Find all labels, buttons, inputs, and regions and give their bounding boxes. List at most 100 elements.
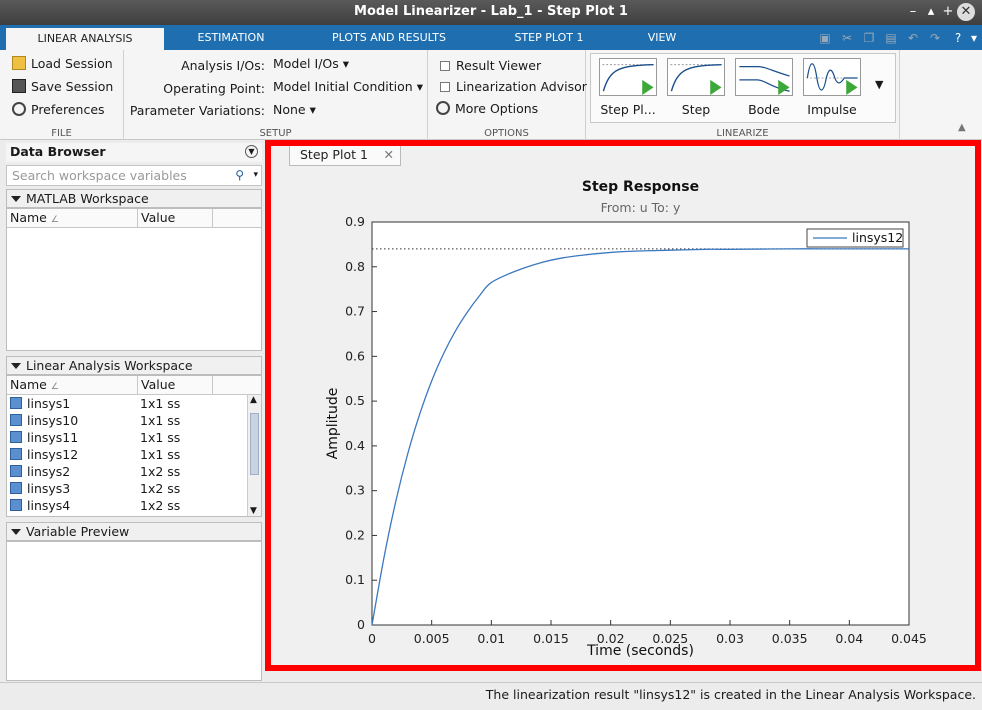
table-row[interactable]: linsys2 1x2 ss [7,463,261,480]
save-session-button[interactable]: Save Session [12,79,113,94]
file-section: Load Session Save Session Preferences FI… [0,50,124,140]
scroll-down-icon[interactable]: ▼ [250,506,257,516]
variable-value: 1x2 ss [140,498,181,513]
save-session-label: Save Session [31,79,114,94]
gallery-impulse-button[interactable]: Impulse [803,58,861,117]
variable-preview-header[interactable]: Variable Preview [6,522,262,541]
maximize-icon[interactable]: + [939,3,957,21]
minimize-icon[interactable]: – [904,3,922,21]
value-column-header[interactable]: Value [138,376,213,394]
variable-value: 1x2 ss [140,481,181,496]
search-options-icon[interactable]: ▾ [253,170,258,180]
save-icon[interactable]: ▣ [817,30,833,46]
table-row[interactable]: linsys4 1x2 ss [7,497,261,514]
search-workspace-input[interactable]: Search workspace variables [6,165,262,186]
table-row[interactable]: linsys10 1x1 ss [7,412,261,429]
ss-model-icon [10,448,22,460]
chart-title: Step Response [582,179,699,195]
table-row[interactable]: linsys1 1x1 ss [7,395,261,412]
search-icon[interactable]: ⚲ [235,168,244,182]
variable-name: linsys4 [27,498,71,513]
gallery-step-label: Step [681,102,711,117]
y-tick-label: 0.6 [345,348,365,363]
parameter-variations-dropdown[interactable]: None ▾ [273,102,316,117]
folder-icon [12,56,26,70]
tab-estimation[interactable]: ESTIMATION [175,25,287,50]
ss-model-icon [10,465,22,477]
x-tick-label: 0.04 [835,631,863,646]
more-options-label: More Options [455,101,539,116]
variable-name: linsys3 [27,481,71,496]
variable-name: linsys12 [27,447,79,462]
ss-model-icon [10,414,22,426]
tab-step-plot-1[interactable]: STEP PLOT 1 [494,25,604,50]
tab-linear-analysis[interactable]: LINEAR ANALYSIS [6,25,164,50]
table-row[interactable]: linsys3 1x2 ss [7,480,261,497]
linearization-advisor-checkbox[interactable]: Linearization Advisor [440,79,587,94]
matlab-workspace-table: Name ∠ Value [6,208,262,351]
setup-caption: SETUP [259,128,292,139]
gear-icon [12,102,26,116]
operating-point-dropdown[interactable]: Model Initial Condition ▾ [273,79,423,94]
variable-value: 1x1 ss [140,396,181,411]
undo-icon[interactable]: ↶ [905,30,921,46]
copy-icon[interactable]: ❐ [861,30,877,46]
close-icon[interactable]: ✕ [957,3,975,21]
collapse-triangle-icon [11,363,21,369]
vertical-scrollbar[interactable]: ▲ ▼ [247,395,261,516]
parameter-variations-value: None [273,102,306,117]
gallery-expand-icon[interactable]: ▼ [875,78,883,91]
x-tick-label: 0.02 [597,631,625,646]
ribbon: Load Session Save Session Preferences FI… [0,50,982,140]
value-column-header[interactable]: Value [138,209,213,227]
step-plot-document: Step Plot 1 ✕ Step Response From: u To: … [265,140,981,671]
y-tick-label: 0.2 [345,527,365,542]
gallery-bode-button[interactable]: Bode [735,58,793,117]
name-column-label: Name [10,377,47,392]
x-tick-label: 0.03 [716,631,744,646]
window-layout-icon[interactable]: ▾ [966,30,982,46]
more-options-button[interactable]: More Options [436,101,538,116]
linear-analysis-workspace-title: Linear Analysis Workspace [26,358,193,373]
y-tick-label: 0 [357,617,365,632]
y-tick-label: 0.4 [345,438,365,453]
file-caption: FILE [51,128,72,139]
tab-plots-and-results[interactable]: PLOTS AND RESULTS [312,25,466,50]
collapse-triangle-icon [11,529,21,535]
name-column-header[interactable]: Name ∠ [7,376,138,394]
data-browser: Data Browser ▼ Search workspace variable… [6,143,262,681]
x-tick-label: 0.005 [414,631,450,646]
result-viewer-checkbox[interactable]: Result Viewer [440,58,541,73]
table-row[interactable]: linsys12 1x1 ss [7,446,261,463]
load-session-button[interactable]: Load Session [12,56,113,71]
tab-view[interactable]: VIEW [632,25,692,50]
linearization-advisor-label: Linearization Advisor [456,79,587,94]
browser-menu-icon[interactable]: ▼ [245,145,258,158]
redo-icon[interactable]: ↷ [927,30,943,46]
x-tick-label: 0.025 [652,631,688,646]
chart-legend[interactable]: linsys12 [806,228,904,248]
data-browser-title: Data Browser [6,143,262,162]
scroll-up-icon[interactable]: ▲ [250,395,257,405]
collapse-ribbon-icon[interactable]: ▲ [958,122,966,133]
restore-icon[interactable]: ▴ [922,3,940,21]
x-tick-label: 0.045 [891,631,927,646]
help-icon[interactable]: ? [950,30,966,46]
name-column-header[interactable]: Name ∠ [7,209,138,227]
preferences-button[interactable]: Preferences [12,102,105,117]
linearize-section: Step Pl... Step Bode Impulse ▼ LINEARIZE [586,50,900,140]
paste-icon[interactable]: ▤ [883,30,899,46]
caret-down-icon: ▾ [309,102,316,117]
cut-icon[interactable]: ✂ [839,30,855,46]
matlab-workspace-header[interactable]: MATLAB Workspace [6,189,262,208]
ribbon-tab-strip: LINEAR ANALYSIS ESTIMATION PLOTS AND RES… [0,25,982,50]
legend-entry-linsys12: linsys12 [852,230,903,245]
gallery-step-plot-button[interactable]: Step Pl... [599,58,657,117]
load-session-label: Load Session [31,56,113,71]
analysis-ios-dropdown[interactable]: Model I/Os ▾ [273,56,349,71]
scrollbar-thumb[interactable] [250,413,259,475]
analysis-ios-label: Analysis I/Os: [181,58,265,73]
table-row[interactable]: linsys11 1x1 ss [7,429,261,446]
linear-analysis-workspace-header[interactable]: Linear Analysis Workspace [6,356,262,375]
gallery-step-button[interactable]: Step [667,58,725,117]
